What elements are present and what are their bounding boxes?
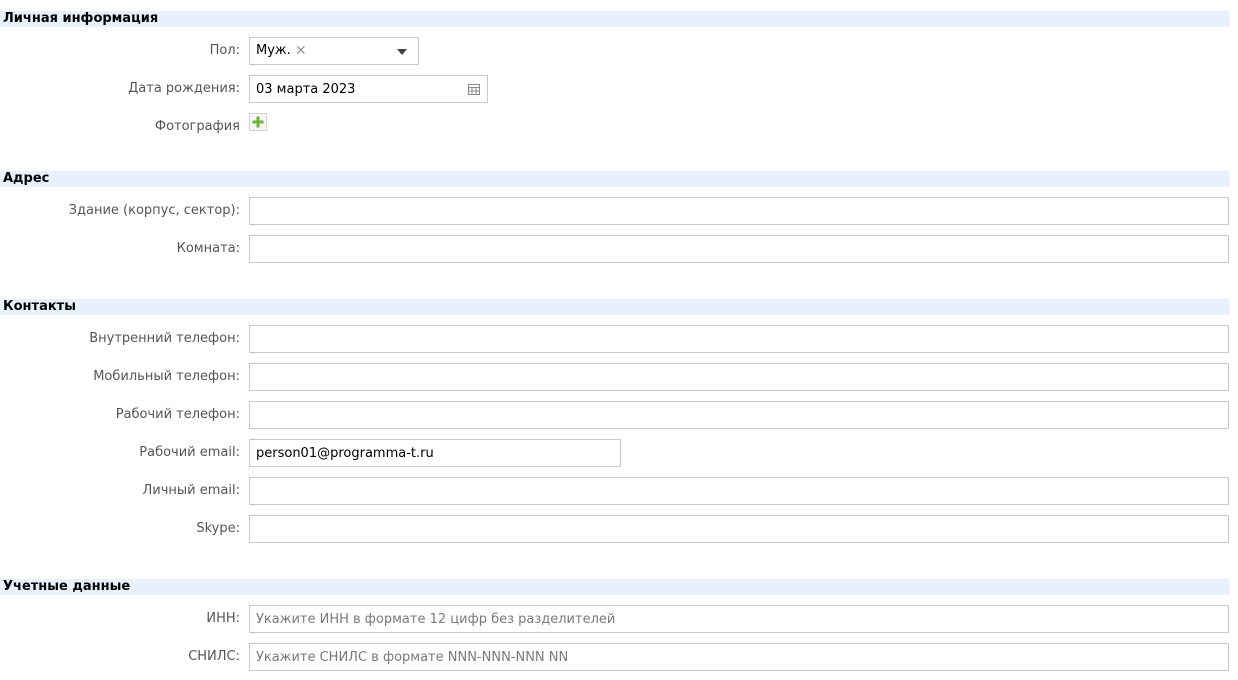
building-label: Здание (корпус, сектор): xyxy=(68,203,240,218)
section-header-personal: Личная информация xyxy=(0,11,1229,27)
skype-input[interactable] xyxy=(249,515,1229,543)
photo-label: Фотография xyxy=(154,119,240,134)
personal-email-input[interactable] xyxy=(249,477,1229,505)
internal-phone-input[interactable] xyxy=(249,325,1229,353)
section-header-address: Адрес xyxy=(0,171,1229,187)
work-phone-label: Рабочий телефон: xyxy=(115,407,240,422)
birthdate-input[interactable] xyxy=(250,76,462,102)
mobile-phone-input[interactable] xyxy=(249,363,1229,391)
work-email-label: Рабочий email: xyxy=(139,445,240,460)
calendar-icon[interactable] xyxy=(468,83,480,95)
section-header-contacts: Контакты xyxy=(0,299,1229,315)
internal-phone-label: Внутренний телефон: xyxy=(89,331,240,346)
work-phone-input[interactable] xyxy=(249,401,1229,429)
gender-label: Пол: xyxy=(209,43,240,58)
room-label: Комната: xyxy=(176,241,240,256)
building-input[interactable] xyxy=(249,197,1229,225)
chevron-down-icon[interactable] xyxy=(397,49,407,55)
employee-profile-form: Личная информация Пол: Муж. ✕ Дата рожде… xyxy=(0,0,1238,680)
birthdate-field[interactable] xyxy=(249,75,488,103)
gender-select[interactable]: Муж. ✕ xyxy=(249,37,419,65)
skype-label: Skype: xyxy=(196,521,240,536)
add-photo-button[interactable] xyxy=(249,113,267,131)
snils-label: СНИЛС: xyxy=(188,649,240,664)
mobile-phone-label: Мобильный телефон: xyxy=(93,369,240,384)
plus-icon xyxy=(252,116,264,128)
close-icon[interactable]: ✕ xyxy=(295,38,307,64)
work-email-input[interactable] xyxy=(249,439,621,467)
gender-selected-value: Муж. xyxy=(256,43,291,58)
personal-email-label: Личный email: xyxy=(142,483,240,498)
room-input[interactable] xyxy=(249,235,1229,263)
snils-input[interactable] xyxy=(249,643,1229,671)
inn-label: ИНН: xyxy=(206,611,240,626)
inn-input[interactable] xyxy=(249,605,1229,633)
section-header-credentials: Учетные данные xyxy=(0,579,1229,595)
birthdate-label: Дата рождения: xyxy=(128,81,240,96)
